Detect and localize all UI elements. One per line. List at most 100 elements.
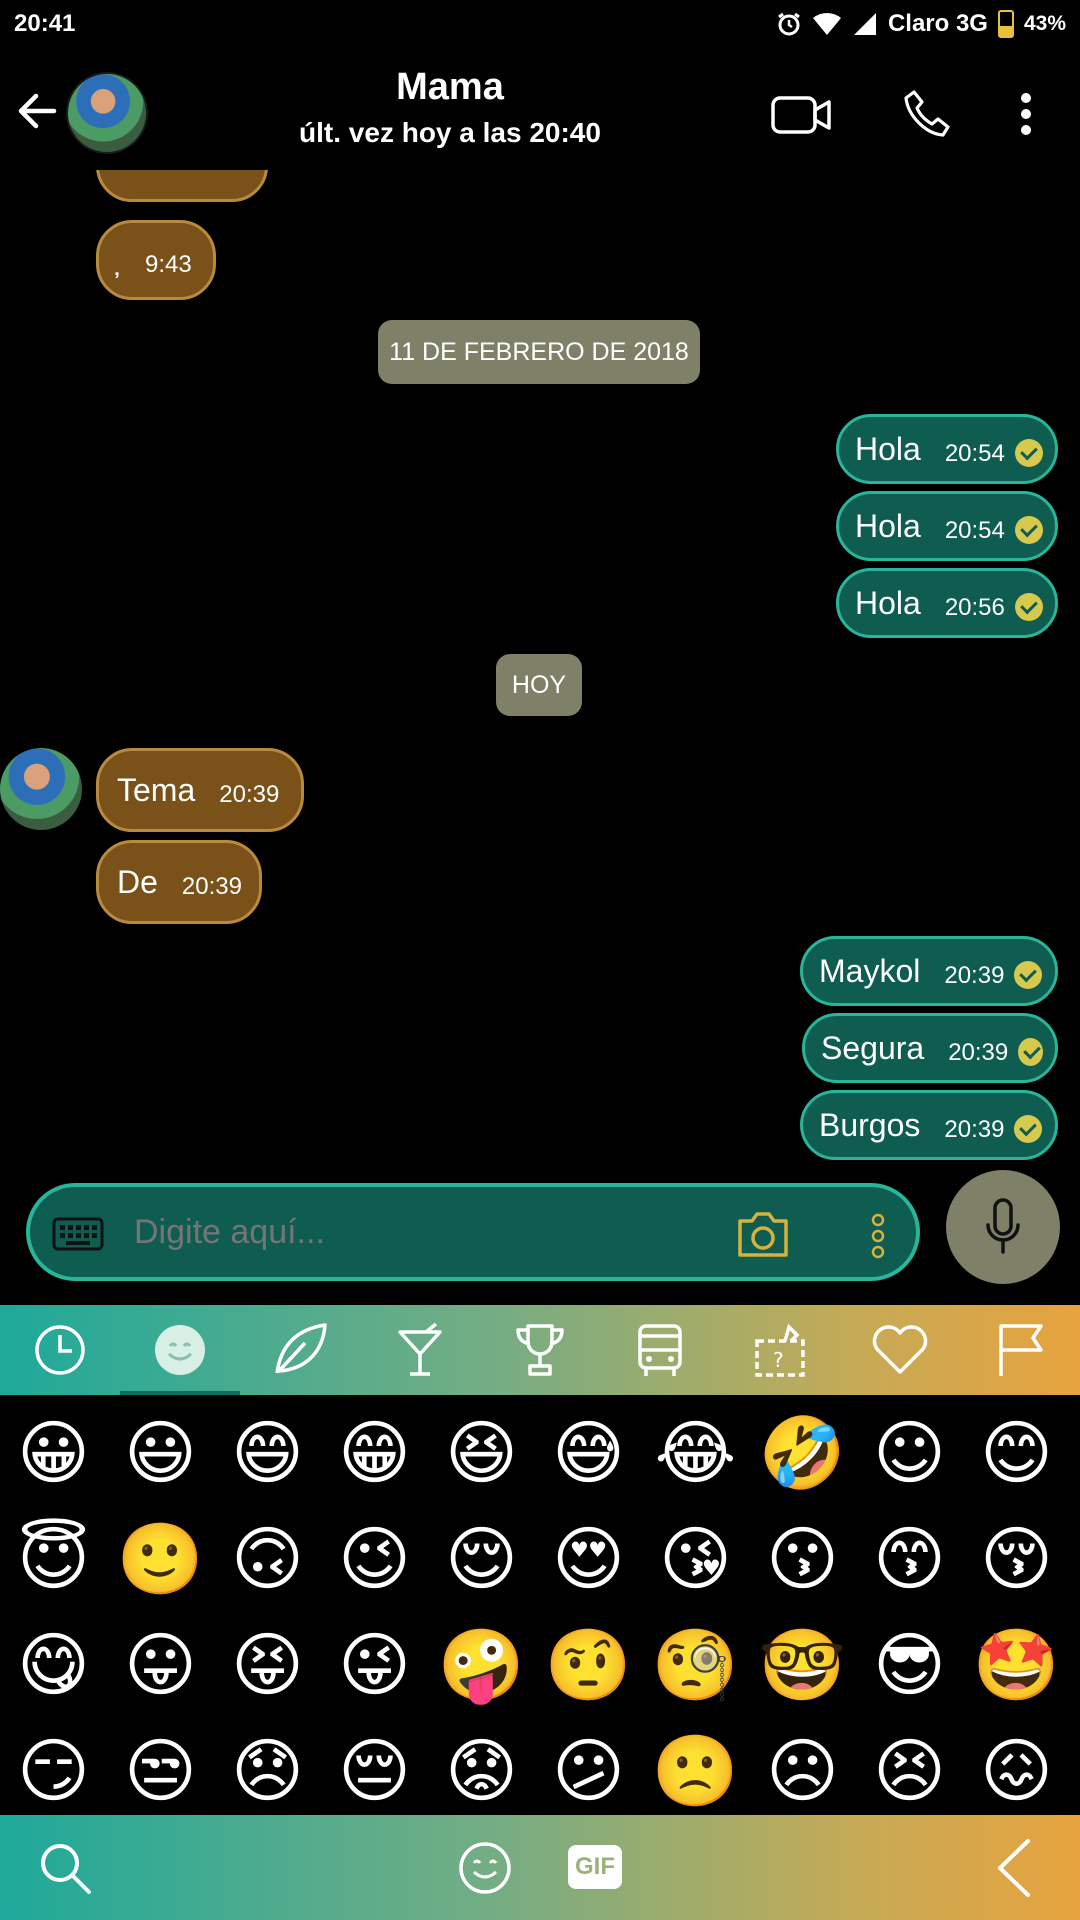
emoji-key[interactable]: 😟 xyxy=(428,1718,535,1824)
message-bubble-outgoing[interactable]: Hola 20:56 xyxy=(836,568,1058,638)
drinks-icon xyxy=(398,1322,442,1376)
message-input-bar xyxy=(26,1183,920,1281)
keyboard-icon[interactable] xyxy=(52,1217,104,1251)
collapse-keyboard-icon[interactable] xyxy=(994,1837,1034,1899)
status-icons: Claro 3G 43% xyxy=(776,10,1066,38)
message-text: Tema xyxy=(117,771,196,808)
message-bubble-outgoing[interactable]: Segura 20:39 xyxy=(802,1013,1058,1083)
tab-travel[interactable] xyxy=(600,1305,720,1395)
message-bubble-incoming[interactable]: ̦ 9:43 xyxy=(96,220,216,300)
emoji-key[interactable]: 😙 xyxy=(856,1506,963,1612)
emoji-key[interactable]: 😣 xyxy=(856,1718,963,1824)
recent-icon xyxy=(35,1325,85,1375)
attach-more-icon[interactable] xyxy=(870,1213,886,1259)
objects-icon: ? xyxy=(755,1323,805,1377)
message-input[interactable] xyxy=(134,1213,554,1252)
emoji-key[interactable]: 🙃 xyxy=(214,1506,321,1612)
emoji-key[interactable]: 😝 xyxy=(214,1612,321,1718)
message-time: 20:39 xyxy=(944,1116,1005,1143)
contact-info[interactable]: Mama últ. vez hoy a las 20:40 xyxy=(240,66,660,149)
message-bubble-incoming[interactable]: Tema 20:39 xyxy=(96,748,304,832)
heart-icon xyxy=(872,1325,928,1374)
emoji-mode-icon[interactable] xyxy=(458,1841,512,1895)
emoji-key[interactable]: ☹ xyxy=(749,1718,856,1824)
more-options-icon[interactable] xyxy=(1018,92,1034,136)
emoji-key[interactable]: 😗 xyxy=(749,1506,856,1612)
emoji-key[interactable]: 🤓 xyxy=(749,1612,856,1718)
emoji-category-tabs: ? xyxy=(0,1305,1080,1395)
emoji-key[interactable]: 😎 xyxy=(856,1612,963,1718)
tab-flags[interactable] xyxy=(960,1305,1080,1395)
camera-icon[interactable] xyxy=(734,1209,792,1259)
emoji-key[interactable]: 😌 xyxy=(428,1506,535,1612)
message-bubble-partial[interactable] xyxy=(96,170,268,202)
back-arrow-icon[interactable] xyxy=(14,86,64,136)
status-time: 20:41 xyxy=(14,10,76,37)
message-time: 20:39 xyxy=(219,781,280,808)
emoji-key[interactable]: 😇 xyxy=(0,1506,107,1612)
phone-call-icon[interactable] xyxy=(902,88,954,140)
flag-icon xyxy=(999,1324,1043,1376)
emoji-key[interactable]: 😜 xyxy=(321,1612,428,1718)
emoji-key[interactable]: 😛 xyxy=(107,1612,214,1718)
emoji-key[interactable]: 🙂 xyxy=(107,1506,214,1612)
emoji-key[interactable]: 😂 xyxy=(642,1400,749,1506)
date-separator: HOY xyxy=(496,654,582,716)
emoji-key[interactable]: 😚 xyxy=(963,1506,1070,1612)
voice-record-button[interactable] xyxy=(946,1170,1060,1284)
emoji-key[interactable]: 😔 xyxy=(321,1718,428,1824)
message-bubble-outgoing[interactable]: Burgos 20:39 xyxy=(800,1090,1058,1160)
emoji-key[interactable]: 😋 xyxy=(0,1612,107,1718)
tab-nature[interactable] xyxy=(240,1305,360,1395)
message-bubble-incoming[interactable]: De 20:39 xyxy=(96,840,262,924)
emoji-key[interactable]: 😘 xyxy=(642,1506,749,1612)
message-text: Hola xyxy=(855,584,921,621)
emoji-key[interactable]: 😒 xyxy=(107,1718,214,1824)
emoji-key[interactable]: 😁 xyxy=(321,1400,428,1506)
tab-objects[interactable]: ? xyxy=(720,1305,840,1395)
emoji-key[interactable]: 😞 xyxy=(214,1718,321,1824)
signal-icon xyxy=(853,13,876,35)
search-icon[interactable] xyxy=(38,1841,94,1897)
message-text: Segura xyxy=(821,1029,925,1066)
emoji-key[interactable]: 🤩 xyxy=(963,1612,1070,1718)
emoji-key[interactable]: 😃 xyxy=(107,1400,214,1506)
emoji-key[interactable]: 😊 xyxy=(963,1400,1070,1506)
emoji-key[interactable]: 😄 xyxy=(214,1400,321,1506)
tab-recent[interactable] xyxy=(0,1305,120,1395)
emoji-key[interactable]: 😏 xyxy=(0,1718,107,1824)
emoji-key[interactable]: 😍 xyxy=(535,1506,642,1612)
tab-smileys[interactable] xyxy=(120,1305,240,1395)
message-time: 20:39 xyxy=(944,962,1005,989)
message-bubble-outgoing[interactable]: Hola 20:54 xyxy=(836,414,1058,484)
gif-button[interactable]: GIF xyxy=(568,1845,622,1889)
emoji-key[interactable]: 😆 xyxy=(428,1400,535,1506)
message-text: Hola xyxy=(855,430,921,467)
message-time: 20:54 xyxy=(944,440,1005,467)
emoji-key[interactable]: 😕 xyxy=(535,1718,642,1824)
emoji-key[interactable]: 😉 xyxy=(321,1506,428,1612)
sender-avatar[interactable] xyxy=(0,748,82,830)
contact-avatar[interactable] xyxy=(66,72,148,154)
read-check-icon xyxy=(1014,439,1043,467)
emoji-key[interactable]: 🤪 xyxy=(428,1612,535,1718)
message-time: 20:39 xyxy=(948,1039,1009,1066)
message-bubble-outgoing[interactable]: Maykol 20:39 xyxy=(800,936,1058,1006)
emoji-key[interactable]: 🤣 xyxy=(749,1400,856,1506)
emoji-key[interactable]: 🙁 xyxy=(642,1718,749,1824)
emoji-key[interactable]: 🧐 xyxy=(642,1612,749,1718)
emoji-key[interactable]: 😀 xyxy=(0,1400,107,1506)
tab-drinks[interactable] xyxy=(360,1305,480,1395)
emoji-key[interactable]: 😖 xyxy=(963,1718,1070,1824)
trophy-icon xyxy=(516,1324,564,1376)
message-time: 20:54 xyxy=(944,517,1005,544)
video-call-icon[interactable] xyxy=(770,94,834,136)
emoji-key[interactable]: 🤨 xyxy=(535,1612,642,1718)
emoji-key[interactable]: 😅 xyxy=(535,1400,642,1506)
emoji-key[interactable]: ☺ xyxy=(856,1400,963,1506)
message-list[interactable]: ̦ 9:43 11 DE FEBRERO DE 2018 Hola 20:54 … xyxy=(0,170,1080,1160)
tab-symbols[interactable] xyxy=(840,1305,960,1395)
tab-activities[interactable] xyxy=(480,1305,600,1395)
message-bubble-outgoing[interactable]: Hola 20:54 xyxy=(836,491,1058,561)
read-check-icon xyxy=(1014,961,1043,989)
